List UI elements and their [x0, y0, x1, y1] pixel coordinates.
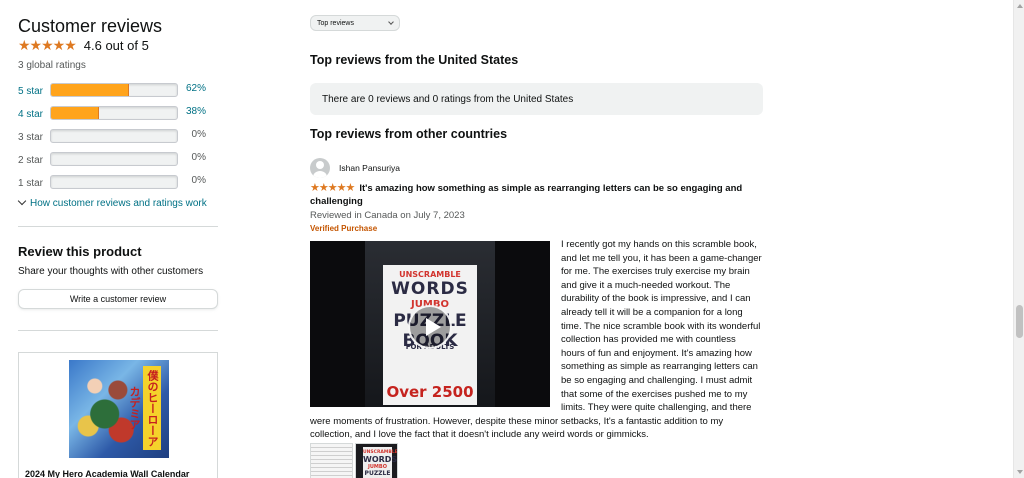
us-reviews-heading: Top reviews from the United States — [310, 53, 519, 67]
sort-selected-value: Top reviews — [317, 19, 354, 27]
rating-text: 4.6 out of 5 — [83, 37, 149, 53]
review-star-rating-icon: ★★★★★ — [310, 182, 355, 194]
global-ratings-count: 3 global ratings — [18, 60, 86, 71]
book-cover-text: WORDS — [391, 279, 469, 299]
histogram-row-5-star[interactable]: 5 star 62% — [18, 80, 220, 103]
histogram-bar — [50, 175, 178, 189]
divider — [18, 330, 218, 331]
avatar — [310, 158, 330, 178]
star-rating-icon: ★★★★★ — [18, 37, 77, 53]
histogram-percent[interactable]: 38% — [176, 106, 206, 117]
average-rating: ★★★★★ 4.6 out of 5 — [18, 37, 149, 53]
page-scrollbar[interactable] — [1013, 0, 1024, 478]
calendar-product-image[interactable]: 僕のヒーローアカデミア — [69, 360, 169, 458]
book-cover-text: Over 2500 — [386, 383, 474, 401]
histogram-star-label: 1 star — [18, 178, 44, 189]
rating-histogram: 5 star 62% 4 star 38% 3 star 0% 2 star 0% 1 star… — [18, 80, 220, 195]
scroll-up-icon[interactable] — [1017, 4, 1023, 8]
thumbnail-book-cover: UNSCRAMBLE WORDS JUMBO PUZZLE — [363, 447, 398, 478]
reviewer-name: Ishan Pansuriya — [339, 163, 400, 173]
histogram-bar — [50, 129, 178, 143]
review-product-subtitle: Share your thoughts with other customers — [18, 266, 204, 277]
histogram-row-1-star: 1 star 0% — [18, 172, 220, 195]
review-date: Reviewed in Canada on July 7, 2023 — [310, 210, 465, 221]
histogram-bar — [50, 152, 178, 166]
review-title-link[interactable]: It's amazing how something as simple as … — [310, 183, 742, 207]
histogram-star-label: 3 star — [18, 132, 44, 143]
verified-purchase-badge: Verified Purchase — [310, 224, 378, 233]
book-cover-text: WORDS — [363, 455, 398, 464]
histogram-bar[interactable] — [50, 83, 178, 97]
how-ratings-work-link[interactable]: How customer reviews and ratings work — [17, 196, 207, 209]
histogram-star-label[interactable]: 4 star — [18, 109, 50, 120]
histogram-row-2-star: 2 star 0% — [18, 149, 220, 172]
histogram-row-3-star: 3 star 0% — [18, 126, 220, 149]
other-countries-heading: Top reviews from other countries — [310, 127, 508, 141]
how-ratings-work-label: How customer reviews and ratings work — [30, 198, 207, 209]
histogram-star-label: 2 star — [18, 155, 44, 166]
histogram-bar[interactable] — [50, 106, 178, 120]
calendar-logo-text: 僕のヒーローアカデミア — [128, 366, 161, 450]
histogram-percent: 0% — [191, 152, 206, 163]
histogram-row-4-star[interactable]: 4 star 38% — [18, 103, 220, 126]
review-product-heading: Review this product — [18, 244, 142, 259]
histogram-star-label[interactable]: 5 star — [18, 86, 50, 97]
review-image-thumbnails: UNSCRAMBLE WORDS JUMBO PUZZLE — [310, 443, 398, 478]
divider — [18, 226, 218, 227]
histogram-percent: 0% — [191, 129, 206, 140]
book-cover-text: PUZZLE — [364, 470, 391, 477]
histogram-bar-fill — [51, 84, 130, 96]
sort-dropdown[interactable]: Top reviews — [310, 15, 400, 31]
customer-reviews-heading: Customer reviews — [18, 16, 163, 36]
review-video-player[interactable]: UNSCRAMBLE WORDS JUMBO PUZZLE BOOK FOR A… — [310, 241, 550, 407]
sponsored-product-card[interactable]: 僕のヒーローアカデミア 2024 My Hero Academia Wall C… — [18, 352, 218, 478]
histogram-percent[interactable]: 62% — [176, 83, 206, 94]
book-cover-text: UNSCRAMBLE — [399, 270, 461, 279]
chevron-down-icon — [17, 196, 27, 206]
review-header: ★★★★★ It's amazing how something as simpl… — [310, 182, 750, 208]
review-image-thumbnail[interactable] — [310, 443, 353, 478]
review-image-thumbnail[interactable]: UNSCRAMBLE WORDS JUMBO PUZZLE — [355, 443, 398, 478]
play-icon[interactable] — [408, 305, 452, 349]
write-review-button[interactable]: Write a customer review — [18, 289, 218, 309]
scrollbar-thumb[interactable] — [1016, 305, 1023, 338]
chevron-down-icon — [388, 19, 394, 25]
product-title-link[interactable]: 2024 My Hero Academia Wall Calendar — [25, 469, 189, 478]
reviewer-profile[interactable]: Ishan Pansuriya — [310, 158, 400, 178]
histogram-percent: 0% — [191, 175, 206, 186]
histogram-bar-fill — [51, 107, 99, 119]
us-empty-notice: There are 0 reviews and 0 ratings from t… — [310, 83, 763, 115]
scroll-down-icon[interactable] — [1017, 470, 1023, 474]
